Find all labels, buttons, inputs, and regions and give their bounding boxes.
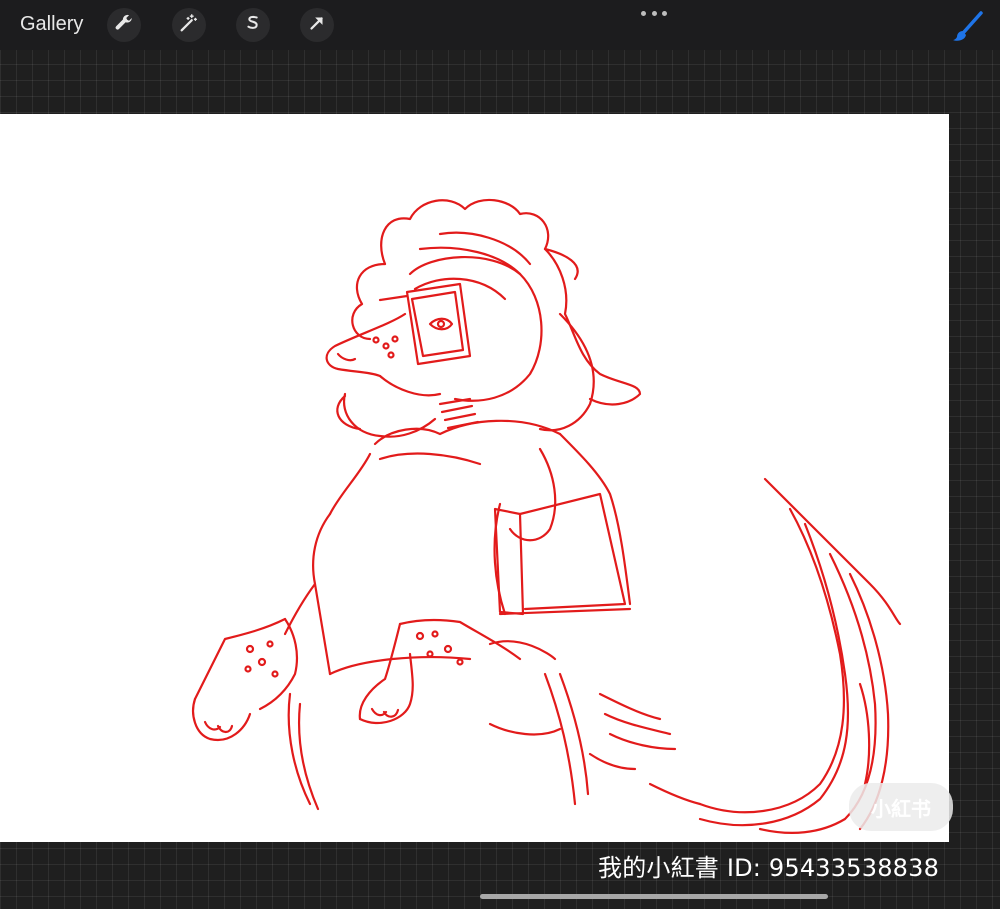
watermark-id-text: 我的小紅書 ID: 95433538838 <box>598 854 940 882</box>
magic-wand-icon <box>178 12 200 39</box>
gallery-button[interactable]: Gallery <box>20 13 83 36</box>
top-toolbar: Gallery <box>0 0 1000 50</box>
brush-button[interactable] <box>950 8 986 44</box>
adjustments-button[interactable] <box>172 8 206 42</box>
home-indicator[interactable] <box>480 894 828 899</box>
red-sketch <box>192 198 902 834</box>
more-dots-icon[interactable] <box>641 9 667 17</box>
drawing-canvas[interactable] <box>0 114 949 842</box>
xiaohongshu-logo: 小紅书 <box>849 783 953 831</box>
selection-s-icon <box>242 12 264 39</box>
transform-arrow-icon <box>306 12 328 39</box>
wrench-icon <box>113 12 135 39</box>
actions-button[interactable] <box>107 8 141 42</box>
brush-icon <box>950 11 986 48</box>
transform-button[interactable] <box>300 8 334 42</box>
selection-button[interactable] <box>236 8 270 42</box>
